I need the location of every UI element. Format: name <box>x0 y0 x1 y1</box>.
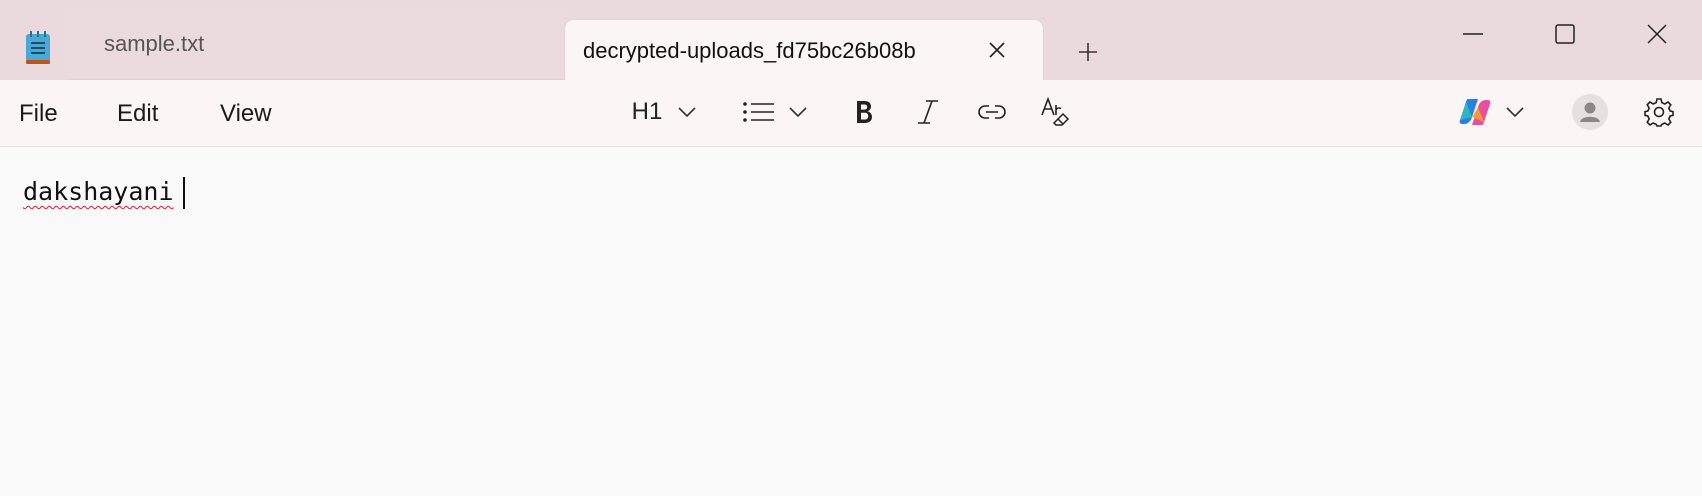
heading-dropdown[interactable]: H1 <box>626 92 702 132</box>
chevron-down-icon <box>789 107 807 117</box>
toolbar: File Edit View H1 <box>0 80 1702 147</box>
link-icon[interactable] <box>976 92 1008 132</box>
plus-icon[interactable] <box>1072 36 1104 68</box>
copilot-button[interactable] <box>1456 92 1526 132</box>
tab-label: sample.txt <box>104 30 205 56</box>
list-dropdown[interactable] <box>740 92 810 132</box>
close-icon[interactable] <box>983 36 1011 64</box>
heading-label: H1 <box>631 98 663 125</box>
clear-formatting-icon[interactable] <box>1040 92 1072 132</box>
menu-file[interactable]: File <box>19 100 58 128</box>
text-editor[interactable]: dakshayani <box>0 147 1702 496</box>
tab-sample-txt[interactable]: sample.txt <box>70 8 564 80</box>
minimize-icon[interactable] <box>1450 14 1496 54</box>
bulleted-list-icon <box>743 101 775 123</box>
bold-icon[interactable] <box>850 92 878 132</box>
italic-icon[interactable] <box>914 92 942 132</box>
chevron-down-icon <box>1506 107 1524 117</box>
chevron-down-icon <box>678 107 696 117</box>
notepad-icon <box>24 30 52 66</box>
menu-view[interactable]: View <box>220 100 272 128</box>
account-icon[interactable] <box>1570 92 1610 132</box>
close-icon[interactable] <box>1634 14 1680 54</box>
menu-edit[interactable]: Edit <box>117 100 158 128</box>
maximize-icon[interactable] <box>1542 14 1588 54</box>
tab-decrypted-uploads[interactable]: decrypted-uploads_fd75bc26b08b <box>564 19 1044 81</box>
title-bar: sample.txt decrypted-uploads_fd75bc26b08… <box>0 0 1702 81</box>
gear-icon[interactable] <box>1642 92 1676 132</box>
tab-label: decrypted-uploads_fd75bc26b08b <box>583 37 916 63</box>
document-text: dakshayani <box>23 177 174 206</box>
copilot-icon <box>1458 97 1492 127</box>
text-caret <box>183 177 185 209</box>
